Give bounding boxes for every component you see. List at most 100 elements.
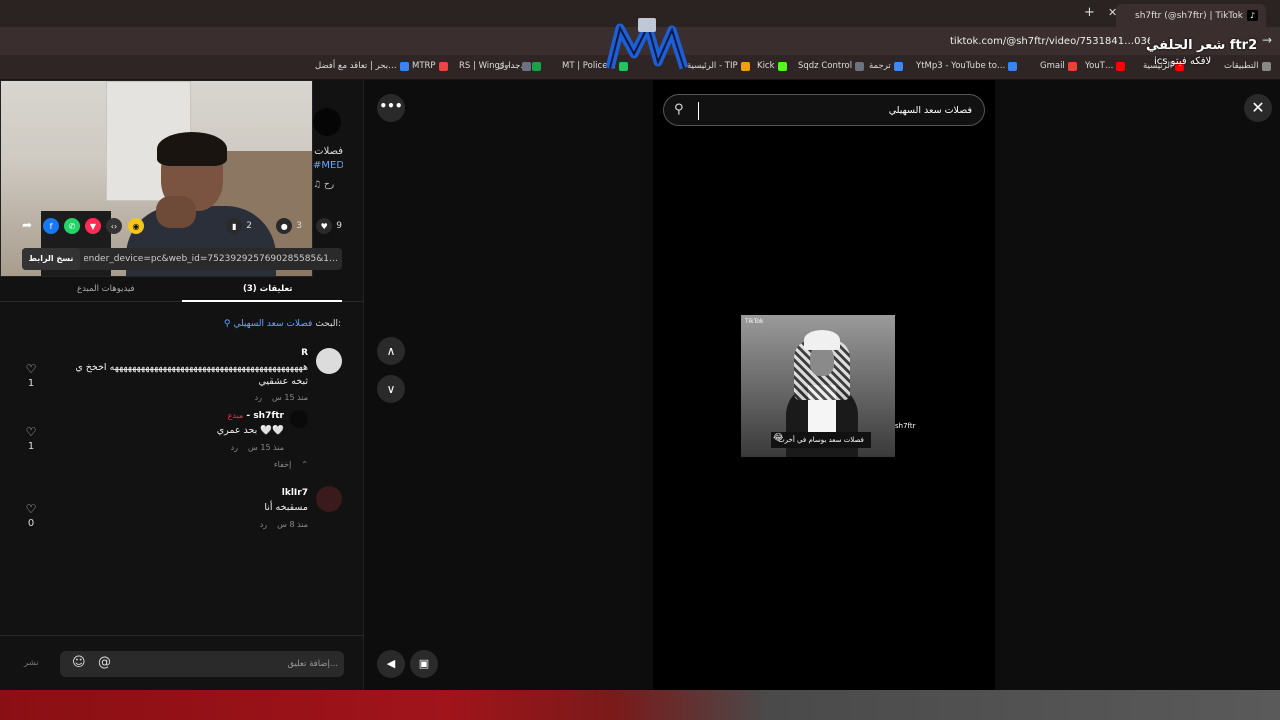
bookmark-favicon-icon bbox=[855, 61, 865, 71]
creator-badge: مبدع bbox=[227, 411, 244, 420]
bookmark-label: ترجمة bbox=[869, 61, 891, 71]
post-button[interactable]: نشر bbox=[24, 658, 39, 668]
bookmark-label: RS | Wings -… bbox=[459, 61, 519, 71]
hide-replies[interactable]: إخفاء ⌃ bbox=[274, 460, 308, 469]
facebook-share[interactable]: f bbox=[43, 218, 59, 234]
active-tab-indicator bbox=[182, 300, 342, 302]
taskbar-strip bbox=[0, 690, 1280, 720]
more-share[interactable]: ➦ bbox=[22, 218, 32, 232]
commenter-name: sh7ftr bbox=[253, 411, 284, 421]
comment-like[interactable]: ♡ 1 bbox=[24, 362, 38, 389]
video-search-input[interactable] bbox=[702, 100, 972, 120]
reply-link[interactable]: رد bbox=[255, 393, 262, 402]
back-arrow-icon[interactable]: → bbox=[1262, 33, 1272, 47]
bookmark-label: بحر | تعاقد مع أفضل… bbox=[315, 61, 397, 71]
bookmark-item[interactable]: ترجمة bbox=[869, 61, 903, 71]
bookmark-favicon-icon bbox=[1008, 61, 1018, 71]
next-video-button[interactable]: ∨ bbox=[377, 375, 405, 403]
bookmark-item[interactable]: YouT… bbox=[1085, 61, 1126, 71]
author-avatar[interactable] bbox=[313, 108, 341, 136]
panel-tabs: فيديوهات المبدع (3) تعليقات bbox=[0, 280, 364, 302]
bookmark-favicon-icon bbox=[521, 61, 531, 71]
video-player[interactable]: ⚲ TikTok فصلات سعد بوسام في أخرت 😂 sh7ft… bbox=[653, 80, 995, 690]
bookmark-item[interactable]: RS | Wings -… bbox=[459, 61, 531, 71]
tiktok-icon: ♪ bbox=[1247, 10, 1258, 21]
comment-input-box[interactable]: ☺ @ bbox=[60, 651, 344, 677]
bookmark-item[interactable]: Gmail bbox=[1040, 61, 1077, 71]
picture-in-picture-button[interactable]: ▣ bbox=[410, 650, 438, 678]
bookmark-item[interactable]: MTRP bbox=[412, 61, 448, 71]
comment-like[interactable]: ♡ 0 bbox=[24, 502, 38, 529]
search-icon[interactable]: ⚲ bbox=[674, 102, 684, 117]
bookmark-label: الرئيسية - TIP bbox=[687, 61, 738, 71]
search-magnifier-icon: ⚲ bbox=[223, 319, 231, 329]
reply-link[interactable]: رد bbox=[260, 520, 267, 529]
bookmark-item[interactable]: Kick bbox=[757, 61, 787, 71]
reply-link[interactable]: رد bbox=[231, 443, 238, 452]
bookmark-icon: ▮ bbox=[226, 218, 243, 234]
bookmark-item[interactable]: YtMp3 - YouTube to… bbox=[916, 61, 1018, 71]
reply-avatar[interactable] bbox=[290, 410, 308, 428]
url-text[interactable]: tiktok.com/@sh7ftr/video/7531841…0368268 bbox=[950, 36, 1150, 47]
left-panel: فصلات #MED ♫ رح ♥ 9 ● 3 ▮ 2 ◉ ‹› ▼ ✆ f ➦… bbox=[0, 80, 364, 690]
mention-icon[interactable]: @ bbox=[98, 655, 111, 670]
bookmark-item[interactable]: بحر | تعاقد مع أفضل… bbox=[315, 61, 409, 71]
comment-input[interactable] bbox=[138, 654, 338, 674]
save-action[interactable]: ▮ 2 bbox=[226, 218, 252, 234]
tab-comments[interactable]: (3) تعليقات bbox=[243, 284, 292, 294]
heart-icon: ♥ bbox=[316, 218, 333, 234]
close-icon[interactable]: ✕ bbox=[1244, 94, 1272, 122]
like-action[interactable]: ♥ 9 bbox=[316, 218, 342, 234]
commenter-name[interactable]: lklIr7 bbox=[282, 488, 308, 498]
video-frame[interactable]: TikTok فصلات سعد بوسام في أخرت 😂 bbox=[741, 315, 895, 457]
bookmark-item[interactable]: Sqdz Control bbox=[798, 61, 865, 71]
video-caption: فصلات سعد بوسام في أخرت bbox=[771, 432, 871, 448]
bookmark-item[interactable]: التطبيقات bbox=[1224, 61, 1271, 71]
volume-button[interactable]: ◀ bbox=[377, 650, 405, 678]
emoji-icon[interactable]: ☺ bbox=[72, 655, 86, 670]
sound-link[interactable]: ♫ رح bbox=[313, 180, 343, 190]
tab-creator-videos[interactable]: فيديوهات المبدع bbox=[77, 284, 135, 294]
comment-meta: رد منذ 15 س bbox=[255, 393, 308, 402]
video-area: ••• ∧ ∨ ◀ ▣ ⚲ TikTok فصلات سعد بوسام في … bbox=[364, 80, 1280, 690]
bookmark-label: التطبيقات bbox=[1224, 61, 1259, 71]
embed-share[interactable]: ‹› bbox=[106, 218, 122, 234]
bookmark-favicon-icon bbox=[893, 61, 903, 71]
new-tab-button[interactable]: + bbox=[1084, 5, 1095, 20]
commenter-avatar[interactable] bbox=[316, 348, 342, 374]
coin-share[interactable]: ◉ bbox=[128, 218, 144, 234]
bookmark-favicon-icon bbox=[777, 61, 787, 71]
whatsapp-share[interactable]: ✆ bbox=[64, 218, 80, 234]
subject-headband bbox=[804, 330, 840, 350]
video-username: sh7ftr bbox=[895, 422, 916, 430]
comment-text-line2: ثبخه عشقيي bbox=[258, 376, 309, 387]
comment-count: 3 bbox=[296, 221, 302, 231]
bookmark-favicon-icon bbox=[399, 61, 409, 71]
embed-code-icon: ‹› bbox=[106, 218, 122, 234]
copy-link-button[interactable]: نسخ الرابط bbox=[22, 248, 80, 270]
share-url[interactable]: …1&sender_device=pc&web_id=7523929257690… bbox=[84, 248, 338, 270]
previous-video-button[interactable]: ∧ bbox=[377, 337, 405, 365]
comment-action[interactable]: ● 3 bbox=[276, 218, 302, 234]
comment-meta: رد منذ 15 س bbox=[231, 443, 284, 452]
browser-tab[interactable]: sh7ftr (@sh7ftr) | TikTok ♪ bbox=[1116, 4, 1266, 27]
laughing-emoji-icon: 😂 bbox=[773, 433, 784, 443]
commenter-name-row[interactable]: مبدع - sh7ftr bbox=[228, 411, 284, 421]
coin-icon: ◉ bbox=[128, 218, 144, 234]
commenter-name[interactable]: R bbox=[301, 348, 308, 358]
comment-text: بحد عمري 🤍🤍 bbox=[216, 425, 284, 436]
video-search-box[interactable]: ⚲ bbox=[663, 94, 985, 126]
bookmark-label: Kick bbox=[757, 61, 775, 71]
comment-like[interactable]: ♡ 1 bbox=[24, 425, 38, 452]
tiktok-watermark: TikTok bbox=[745, 318, 764, 325]
action-bar: ♥ 9 ● 3 ▮ 2 ◉ ‹› ▼ ✆ f ➦ bbox=[0, 215, 364, 237]
bookmark-label: YouT… bbox=[1085, 61, 1114, 71]
bookmark-item[interactable]: الرئيسية - TIP bbox=[687, 61, 750, 71]
overlay-subcaption: ics لافكه فيتو bbox=[1154, 56, 1212, 67]
hashtag-link[interactable]: #MED bbox=[313, 160, 343, 171]
friends-share[interactable]: ▼ bbox=[85, 218, 101, 234]
commenter-avatar[interactable] bbox=[316, 486, 342, 512]
search-query-link[interactable]: فصلات سعد السهيلي bbox=[233, 319, 312, 329]
more-options-button[interactable]: ••• bbox=[377, 94, 405, 122]
facebook-icon: f bbox=[43, 218, 59, 234]
